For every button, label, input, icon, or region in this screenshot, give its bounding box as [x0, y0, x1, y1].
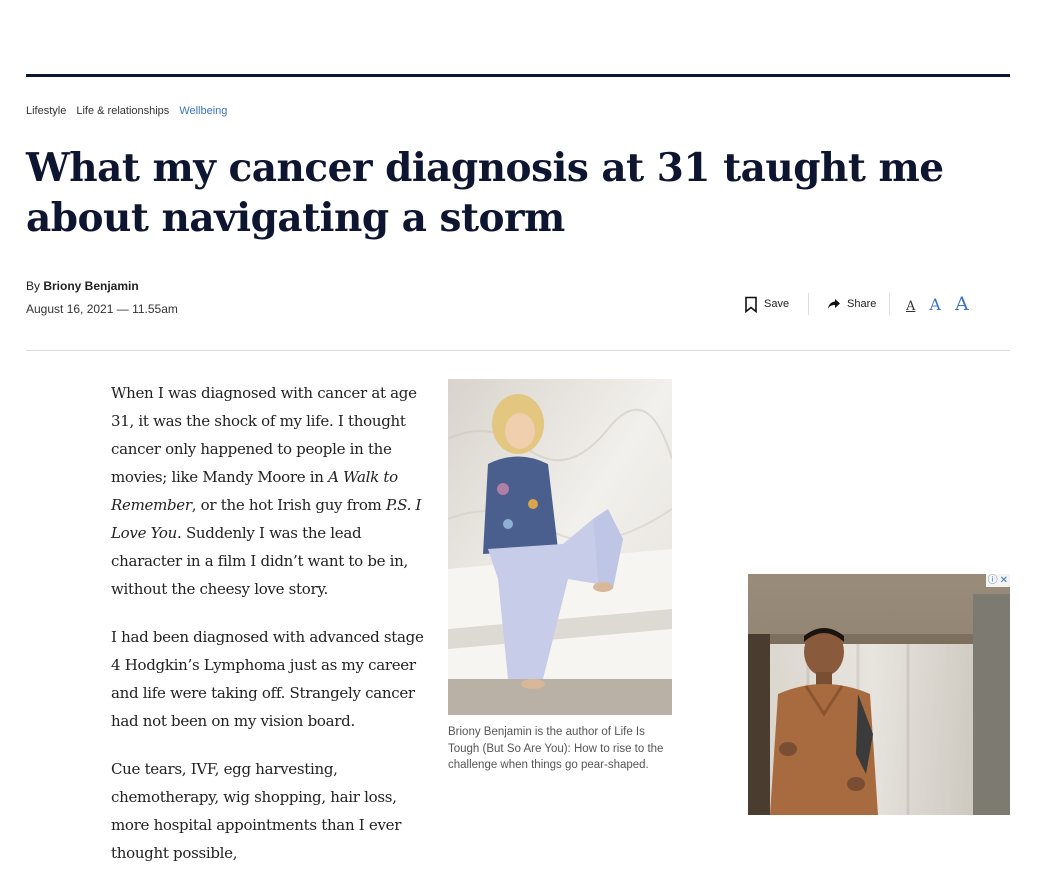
save-button[interactable]: Save: [744, 296, 808, 313]
save-label: Save: [764, 298, 790, 310]
share-button[interactable]: Share: [827, 298, 889, 310]
breadcrumb-lifestyle[interactable]: Lifestyle: [26, 105, 66, 117]
paragraph: When I was diagnosed with cancer at age …: [111, 384, 422, 598]
article-body: When I was diagnosed with cancer at age …: [111, 379, 436, 875]
breadcrumb: Lifestyle Life & relationships Wellbeing: [26, 105, 227, 117]
article-headline: What my cancer diagnosis at 31 taught me…: [26, 145, 944, 241]
font-size-medium-button[interactable]: A: [929, 295, 941, 314]
top-rule: [26, 74, 1010, 77]
paragraph: I had been diagnosed with advanced stage…: [111, 628, 424, 730]
byline-prefix: By: [26, 279, 44, 293]
publish-date: August 16, 2021 — 11.55am: [26, 302, 178, 316]
paragraph: Cue tears, IVF, egg harvesting, chemothe…: [111, 760, 402, 862]
article-figure: Briony Benjamin is the author of Life Is…: [448, 379, 672, 774]
font-size-large-button[interactable]: A: [955, 293, 969, 315]
share-arrow-icon: [827, 298, 841, 310]
image-caption: Briony Benjamin is the author of Life Is…: [448, 726, 664, 771]
close-icon[interactable]: ✕: [1000, 575, 1008, 586]
header-divider: [26, 350, 1010, 351]
video-ad[interactable]: ⓘ ✕: [748, 574, 1010, 815]
share-label: Share: [847, 298, 877, 310]
author-link[interactable]: Briony Benjamin: [43, 279, 138, 293]
ad-badge: ⓘ ✕: [985, 574, 1010, 587]
breadcrumb-wellbeing[interactable]: Wellbeing: [179, 105, 227, 117]
bookmark-icon: [744, 296, 758, 313]
toolbar-divider: [889, 293, 890, 315]
author-photo[interactable]: [448, 379, 672, 715]
font-size-controls: A A A: [906, 293, 969, 315]
article-toolbar: Save Share A A A: [744, 292, 969, 316]
byline: By Briony Benjamin: [26, 279, 139, 293]
font-size-small-button[interactable]: A: [906, 299, 915, 314]
breadcrumb-life-relationships[interactable]: Life & relationships: [76, 105, 169, 117]
toolbar-divider: [808, 293, 809, 315]
info-icon[interactable]: ⓘ: [988, 575, 998, 586]
